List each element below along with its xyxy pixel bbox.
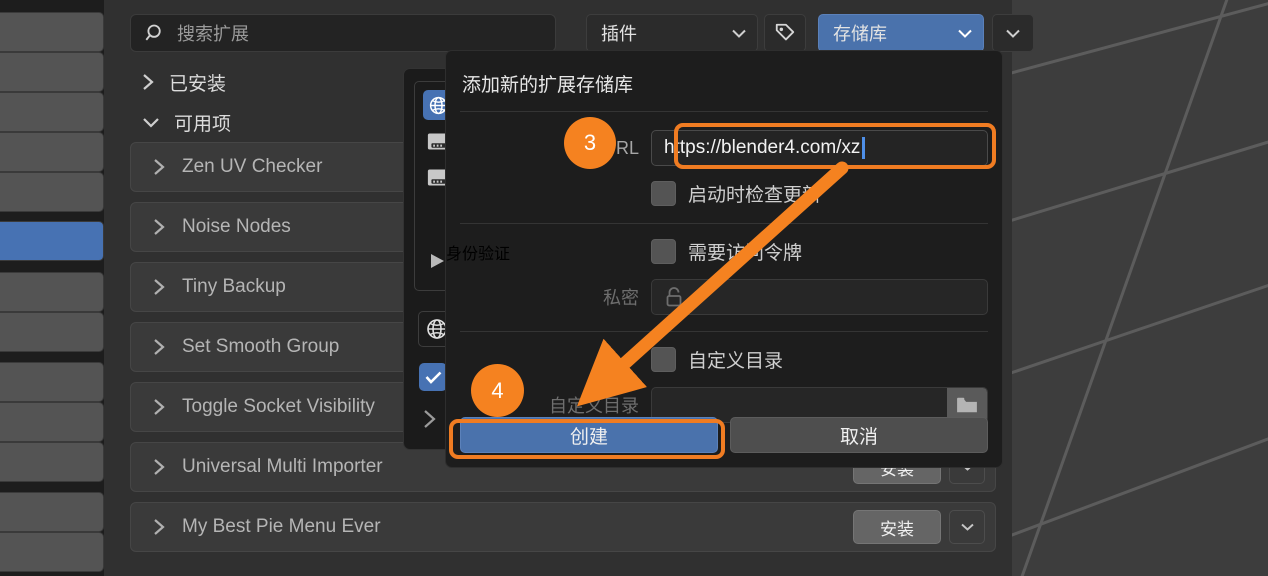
divider bbox=[460, 223, 988, 224]
extension-name: Toggle Socket Visibility bbox=[182, 396, 375, 417]
extension-name: Zen UV Checker bbox=[182, 156, 323, 177]
play-button[interactable] bbox=[430, 253, 445, 274]
viewport-3d[interactable] bbox=[1012, 0, 1268, 576]
check-updates-row: 启动时检查更新 bbox=[446, 180, 1002, 207]
chevron-right-icon[interactable] bbox=[153, 158, 166, 176]
viewport-grid bbox=[1012, 0, 1268, 576]
extension-name: Universal Multi Importer bbox=[182, 456, 383, 477]
extension-name: Noise Nodes bbox=[182, 216, 291, 237]
chevron-right-icon bbox=[143, 74, 154, 90]
secret-label: 私密 bbox=[603, 288, 639, 308]
sidebar-tab-12[interactable] bbox=[0, 492, 104, 532]
chevron-down-icon bbox=[958, 29, 983, 38]
chevron-right-icon[interactable] bbox=[153, 338, 166, 356]
extension-name: My Best Pie Menu Ever bbox=[182, 516, 381, 537]
chevron-right-icon[interactable] bbox=[153, 398, 166, 416]
dialog-title: 添加新的扩展存储库 bbox=[462, 75, 634, 96]
tag-filter-button[interactable] bbox=[764, 14, 806, 52]
extension-type-value: 插件 bbox=[601, 24, 637, 44]
overflow-menu-button[interactable] bbox=[992, 14, 1034, 52]
search-input[interactable]: 搜索扩展 bbox=[130, 14, 556, 52]
sidebar-tab-10[interactable] bbox=[0, 402, 104, 442]
custom-dir-checkbox-row: 自定义目录 bbox=[446, 346, 1002, 373]
app-window: 搜索扩展 插件 存储库 已安装 可用项 Zen UV Checker Noise… bbox=[0, 0, 1268, 576]
url-value: https://blender4.com/xz bbox=[664, 137, 861, 158]
secret-row: 私密 bbox=[446, 279, 1002, 315]
chevron-down-icon bbox=[960, 523, 974, 531]
create-button[interactable]: 创建 bbox=[460, 417, 718, 453]
install-options-button[interactable] bbox=[949, 510, 985, 544]
folder-icon bbox=[957, 397, 977, 413]
sidebar-tab-4[interactable] bbox=[0, 132, 104, 172]
sidebar-tab-11[interactable] bbox=[0, 442, 104, 482]
sidebar-tab-13[interactable] bbox=[0, 532, 104, 572]
search-placeholder: 搜索扩展 bbox=[177, 24, 249, 44]
sidebar-tab-7[interactable] bbox=[0, 272, 104, 312]
chevron-right-icon[interactable] bbox=[153, 518, 166, 536]
check-icon bbox=[425, 371, 441, 384]
extension-name: Set Smooth Group bbox=[182, 336, 340, 357]
auth-label: 身份验证 bbox=[446, 245, 511, 263]
toolbar: 搜索扩展 插件 存储库 bbox=[130, 14, 1034, 52]
check-updates-checkbox[interactable] bbox=[651, 181, 676, 206]
tag-icon bbox=[775, 23, 795, 41]
preferences-tab-strip bbox=[0, 0, 104, 576]
sidebar-tab-extensions-selected[interactable] bbox=[0, 221, 104, 261]
access-token-label: 需要访问令牌 bbox=[688, 243, 803, 264]
lock-icon bbox=[666, 287, 682, 307]
group-label-installed: 已安装 bbox=[169, 73, 227, 95]
chevron-down-icon bbox=[1006, 29, 1020, 38]
cancel-button[interactable]: 取消 bbox=[730, 417, 988, 453]
step-badge-3: 3 bbox=[564, 117, 616, 169]
custom-directory-checkbox[interactable] bbox=[651, 347, 676, 372]
url-input[interactable]: https://blender4.com/xz bbox=[651, 130, 988, 166]
url-label: URL bbox=[602, 137, 639, 158]
sidebar-tab-3[interactable] bbox=[0, 92, 104, 132]
sidebar-tab-1[interactable] bbox=[0, 12, 104, 52]
sidebar-tab-8[interactable] bbox=[0, 312, 104, 352]
chevron-right-icon[interactable] bbox=[153, 278, 166, 296]
chevron-right-icon bbox=[424, 410, 436, 428]
secret-input[interactable] bbox=[651, 279, 988, 315]
play-icon bbox=[431, 254, 444, 268]
chevron-down-icon bbox=[143, 117, 159, 128]
enabled-checkbox[interactable] bbox=[419, 363, 447, 391]
extension-name: Tiny Backup bbox=[182, 276, 286, 297]
access-token-checkbox[interactable] bbox=[651, 239, 676, 264]
chevron-down-icon bbox=[732, 29, 757, 38]
check-updates-label: 启动时检查更新 bbox=[688, 185, 822, 206]
divider bbox=[460, 111, 988, 112]
repository-dropdown-value: 存储库 bbox=[833, 24, 887, 44]
dialog-buttons: 创建 取消 bbox=[460, 417, 988, 453]
group-label-available: 可用项 bbox=[174, 113, 232, 135]
repository-dropdown[interactable]: 存储库 bbox=[818, 14, 984, 52]
sidebar-tab-5[interactable] bbox=[0, 172, 104, 212]
list-item[interactable]: My Best Pie Menu Ever 安装 bbox=[130, 502, 996, 552]
url-row: URL https://blender4.com/xz bbox=[446, 130, 1002, 166]
access-token-row: 身份验证 需要访问令牌 bbox=[446, 238, 1002, 265]
custom-directory-checkbox-label: 自定义目录 bbox=[688, 351, 784, 372]
add-repository-dialog: 添加新的扩展存储库 URL https://blender4.com/xz 启动… bbox=[445, 50, 1003, 468]
text-cursor bbox=[862, 137, 866, 159]
divider bbox=[460, 331, 988, 332]
install-button[interactable]: 安装 bbox=[853, 510, 941, 544]
extension-type-dropdown[interactable]: 插件 bbox=[586, 14, 758, 52]
sidebar-tab-9[interactable] bbox=[0, 362, 104, 402]
chevron-right-icon[interactable] bbox=[153, 458, 166, 476]
sidebar-tab-2[interactable] bbox=[0, 52, 104, 92]
step-badge-4: 4 bbox=[471, 364, 524, 417]
chevron-right-icon[interactable] bbox=[153, 218, 166, 236]
search-icon bbox=[145, 24, 161, 41]
